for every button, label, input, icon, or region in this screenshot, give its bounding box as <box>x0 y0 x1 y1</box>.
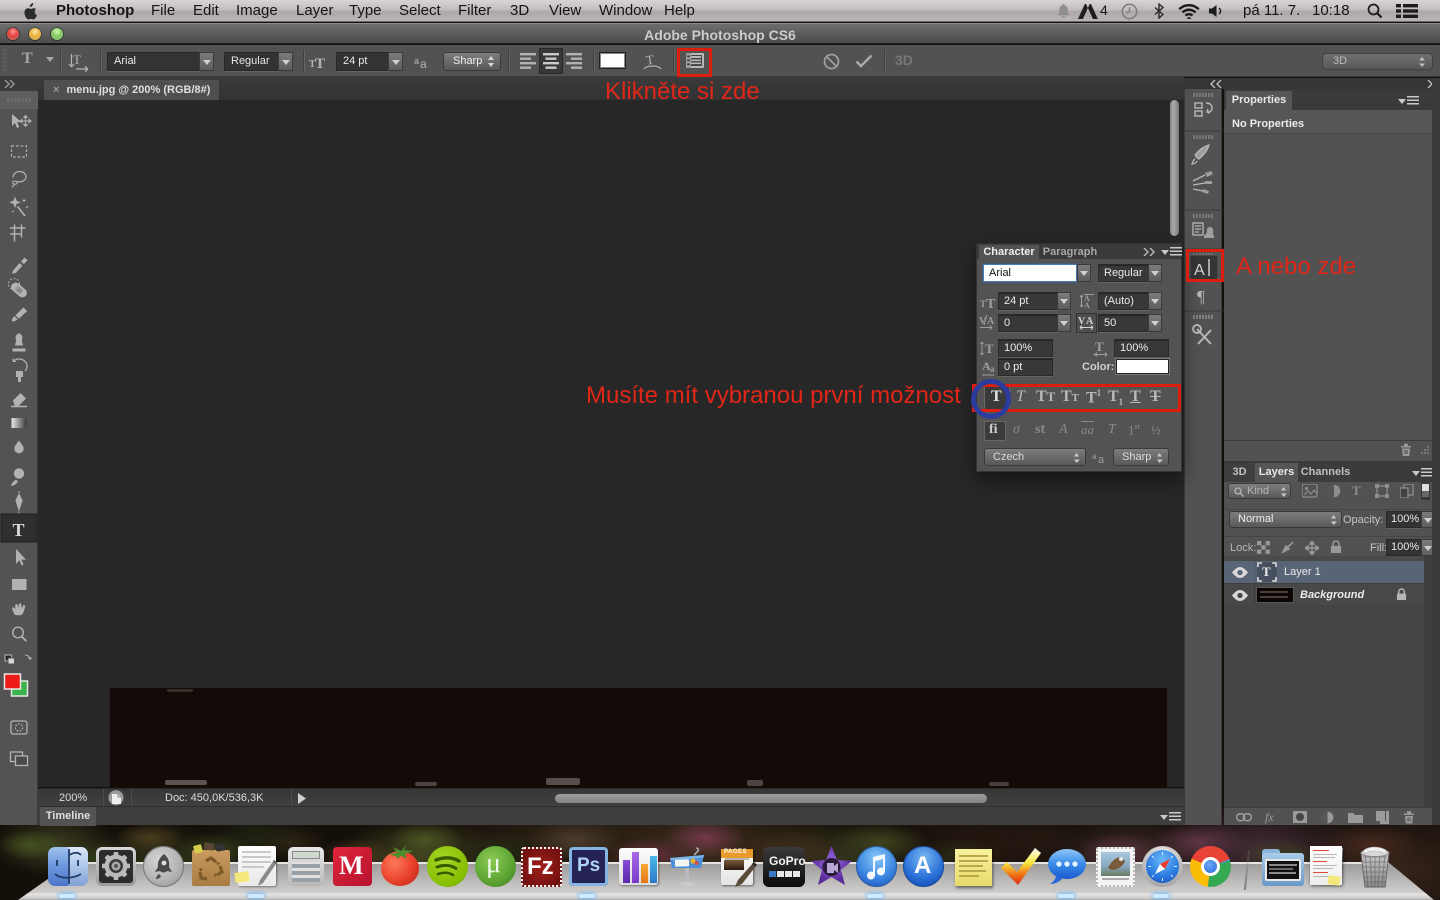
svg-text:a: a <box>1092 452 1097 461</box>
svg-text:A: A <box>987 316 995 327</box>
svg-text:T: T <box>986 297 996 309</box>
svg-text:a: a <box>1098 454 1105 464</box>
svg-text:T: T <box>73 52 81 67</box>
svg-text:A: A <box>1086 316 1094 327</box>
svg-text:V: V <box>1078 316 1086 327</box>
svg-text:a: a <box>990 364 995 374</box>
svg-text:A: A <box>1084 301 1090 309</box>
svg-text:¶: ¶ <box>1197 287 1205 306</box>
svg-text:a: a <box>420 57 427 69</box>
svg-text:T: T <box>315 56 325 70</box>
svg-text:a: a <box>414 56 419 66</box>
svg-text:T: T <box>1095 340 1104 354</box>
svg-text:T: T <box>985 341 994 356</box>
svg-text:T: T <box>13 520 25 540</box>
